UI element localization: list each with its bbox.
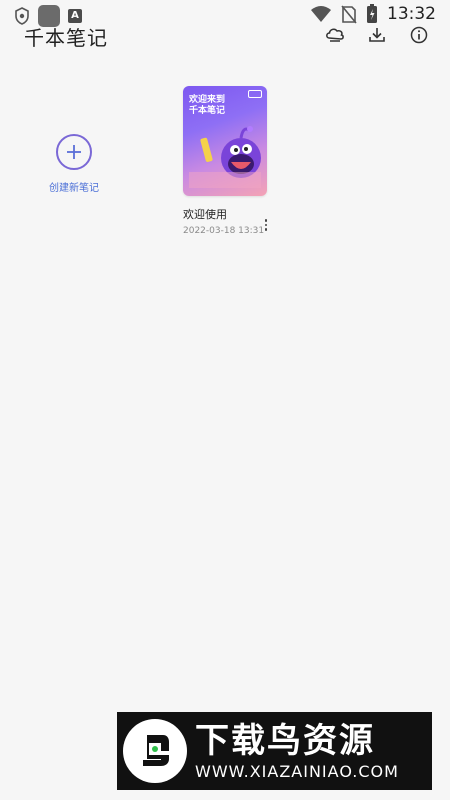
font-a-icon: A (68, 9, 82, 23)
header-actions (324, 24, 430, 46)
monster-mascot-icon (189, 126, 261, 188)
note-card[interactable]: 欢迎来到千本笔记 欢迎使用 2022-03-18 13:31 (183, 86, 275, 236)
status-time: 13:32 (387, 4, 436, 24)
create-note-label: 创建新笔记 (49, 183, 99, 194)
watermark-banner: 下载鸟资源 WWW.XIAZAINIAO.COM (117, 712, 432, 790)
info-button[interactable] (408, 24, 430, 46)
wifi-icon (311, 6, 331, 22)
download-button[interactable] (366, 24, 388, 46)
watermark-brand: 下载鸟资源 (195, 720, 375, 761)
battery-charging-icon (367, 4, 377, 23)
cloud-sync-icon (326, 28, 344, 42)
watermark-texts: 下载鸟资源 WWW.XIAZAINIAO.COM (195, 722, 399, 781)
create-note-button[interactable]: 创建新笔记 (40, 134, 108, 194)
info-icon (410, 26, 428, 44)
more-vertical-icon[interactable] (262, 217, 270, 233)
status-right-icons: 13:32 (310, 4, 436, 24)
app-title: 千本笔记 (24, 26, 108, 50)
no-sim-icon (341, 5, 357, 24)
note-thumbnail[interactable]: 欢迎来到千本笔记 (183, 86, 267, 196)
cloud-sync-button[interactable] (324, 24, 346, 46)
plus-icon (56, 134, 92, 170)
watermark-url: WWW.XIAZAINIAO.COM (195, 761, 399, 781)
download-icon (369, 28, 385, 42)
bird-logo-icon (123, 719, 187, 783)
